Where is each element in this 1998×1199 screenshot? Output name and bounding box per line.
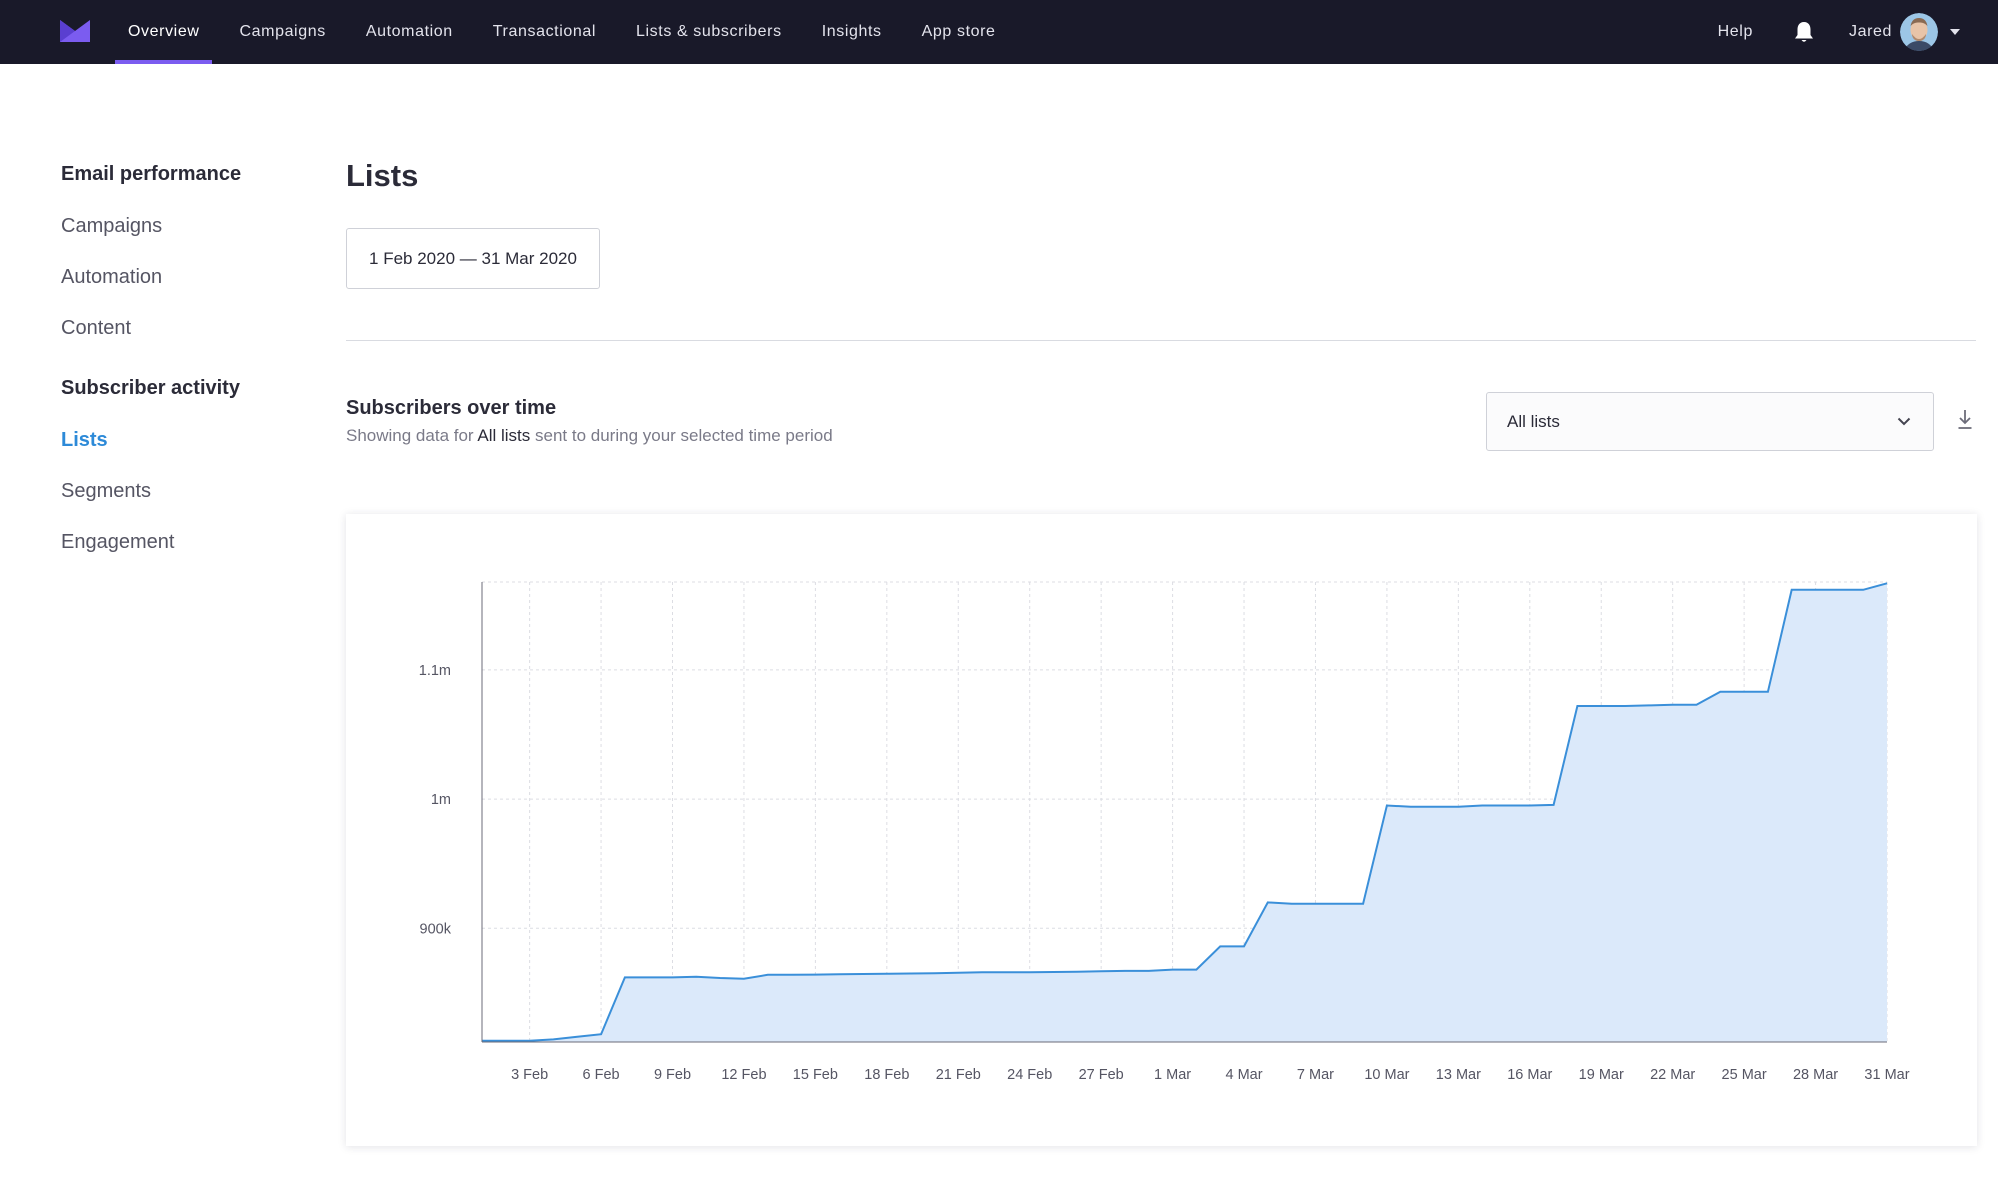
nav-item-automation[interactable]: Automation: [353, 0, 466, 64]
x-tick-label: 21 Feb: [936, 1067, 981, 1083]
x-tick-label: 18 Feb: [864, 1067, 909, 1083]
nav-item-transactional[interactable]: Transactional: [480, 0, 609, 64]
x-tick-label: 15 Feb: [793, 1067, 838, 1083]
envelope-logo-icon[interactable]: [60, 20, 90, 42]
area-fill: [482, 583, 1887, 1042]
help-link[interactable]: Help: [1718, 23, 1753, 41]
list-select-dropdown[interactable]: All lists: [1486, 392, 1934, 451]
sidebar-item-engagement[interactable]: Engagement: [61, 517, 301, 568]
sidebar-heading-subscriber-activity: Subscriber activity: [61, 377, 240, 399]
avatar[interactable]: [1900, 13, 1938, 51]
y-tick-label: 1.1m: [419, 663, 451, 679]
y-tick-label: 900k: [420, 921, 452, 937]
x-tick-label: 24 Feb: [1007, 1067, 1052, 1083]
nav-item-app-store[interactable]: App store: [909, 0, 1009, 64]
x-tick-label: 6 Feb: [583, 1067, 620, 1083]
x-tick-label: 31 Mar: [1864, 1067, 1909, 1083]
section-divider: [346, 340, 1976, 341]
x-tick-label: 9 Feb: [654, 1067, 691, 1083]
bell-icon[interactable]: [1793, 20, 1815, 44]
sidebar-item-campaigns[interactable]: Campaigns: [61, 201, 301, 252]
subtitle-highlight: All lists: [477, 426, 531, 445]
x-tick-label: 28 Mar: [1793, 1067, 1838, 1083]
x-tick-label: 3 Feb: [511, 1067, 548, 1083]
user-controls: Help Jared: [1718, 0, 1960, 64]
nav-item-lists-subscribers[interactable]: Lists & subscribers: [623, 0, 795, 64]
sidebar-heading-email-performance: Email performance: [61, 163, 242, 185]
section-subtitle: Showing data for All lists sent to durin…: [346, 426, 833, 446]
x-tick-label: 19 Mar: [1579, 1067, 1624, 1083]
x-tick-label: 10 Mar: [1364, 1067, 1409, 1083]
nav-item-overview[interactable]: Overview: [115, 0, 213, 64]
date-range-picker[interactable]: 1 Feb 2020 — 31 Mar 2020: [346, 228, 600, 289]
x-tick-label: 22 Mar: [1650, 1067, 1695, 1083]
nav-item-campaigns[interactable]: Campaigns: [226, 0, 338, 64]
chevron-down-icon: [1897, 417, 1911, 426]
y-tick-label: 1m: [431, 792, 451, 808]
list-select-value: All lists: [1507, 411, 1560, 431]
sidebar-item-content[interactable]: Content: [61, 303, 301, 354]
caret-down-icon[interactable]: [1950, 29, 1960, 35]
sidebar-item-automation[interactable]: Automation: [61, 252, 301, 303]
sidebar-item-lists[interactable]: Lists: [61, 415, 301, 466]
x-tick-label: 27 Feb: [1079, 1067, 1124, 1083]
x-tick-label: 1 Mar: [1154, 1067, 1191, 1083]
download-icon[interactable]: [1957, 409, 1973, 431]
x-tick-label: 25 Mar: [1722, 1067, 1767, 1083]
subtitle-text-before: Showing data for: [346, 426, 478, 445]
main-nav-menu: Overview Campaigns Automation Transactional…: [115, 0, 1023, 64]
x-tick-label: 7 Mar: [1297, 1067, 1334, 1083]
sidebar-item-segments[interactable]: Segments: [61, 466, 301, 517]
section-title: Subscribers over time: [346, 397, 557, 419]
sidebar: Email performance Campaigns Automation Cont…: [61, 160, 301, 568]
page-title: Lists: [346, 158, 419, 193]
x-tick-label: 4 Mar: [1225, 1067, 1262, 1083]
subtitle-text-after: sent to during your selected time period: [530, 426, 833, 445]
subscribers-area-chart: 900k 1m 1.1m 3 Feb 6 Feb 9 Feb 12 Feb 15 Feb 18 …: [419, 581, 1910, 1083]
x-tick-label: 13 Mar: [1436, 1067, 1481, 1083]
top-navigation-bar: Overview Campaigns Automation Transactional…: [0, 0, 1998, 64]
chart-card: 900k 1m 1.1m 3 Feb 6 Feb 9 Feb 12 Feb 15 Feb 18 …: [346, 514, 1977, 1146]
x-tick-label: 16 Mar: [1507, 1067, 1552, 1083]
x-tick-label: 12 Feb: [721, 1067, 766, 1083]
user-name[interactable]: Jared: [1849, 23, 1892, 41]
nav-item-insights[interactable]: Insights: [809, 0, 895, 64]
